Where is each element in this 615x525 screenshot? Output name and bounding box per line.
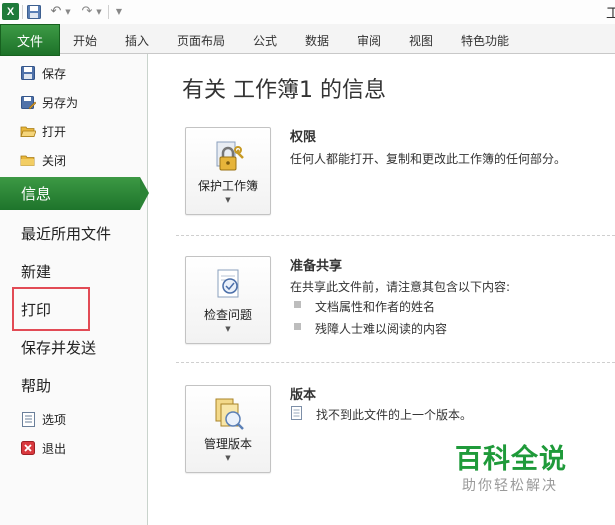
inspect-document-icon [211, 267, 247, 303]
watermark-subtitle: 助你轻松解决 [462, 478, 558, 494]
lock-icon [211, 138, 247, 174]
tab-data[interactable]: 数据 [305, 32, 329, 49]
window-title: 工 [606, 6, 615, 22]
prepare-sharing-heading: 准备共享 [290, 259, 343, 274]
quick-access-toolbar: X ↶ ▼ ↷ ▼ ▼ 工 [0, 0, 615, 24]
versions-description: 找不到此文件的上一个版本。 [316, 408, 473, 422]
protect-workbook-button[interactable]: 保护工作簿 ▼ [185, 127, 271, 215]
watermark-title: 百科全说 [455, 444, 567, 475]
nav-close[interactable]: 关闭 [20, 150, 66, 170]
nav-save-as[interactable]: 另存为 [20, 92, 78, 112]
save-icon [20, 65, 36, 81]
dropdown-chevron-icon: ▼ [225, 196, 231, 204]
prepare-item-accessibility: 残障人士难以阅读的内容 [315, 322, 448, 336]
tab-insert[interactable]: 插入 [125, 32, 149, 49]
undo-icon[interactable]: ↶ [49, 3, 63, 20]
nav-open-label: 打开 [42, 124, 67, 139]
excel-app-icon[interactable]: X [2, 3, 19, 20]
undo-dropdown-chevron-icon[interactable]: ▼ [64, 3, 72, 20]
open-folder-icon [20, 123, 36, 139]
tab-home[interactable]: 开始 [73, 32, 97, 49]
options-icon [20, 411, 36, 427]
nav-recent[interactable]: 最近所用文件 [21, 223, 111, 244]
check-for-issues-button[interactable]: 检查问题 ▼ [185, 256, 271, 344]
tab-review[interactable]: 审阅 [357, 32, 381, 49]
versions-heading: 版本 [290, 388, 317, 403]
nav-save-as-label: 另存为 [42, 95, 79, 110]
toolbar-divider [22, 5, 23, 19]
dropdown-chevron-icon: ▼ [225, 454, 231, 462]
quick-save-icon[interactable] [26, 3, 42, 20]
nav-options[interactable]: 选项 [20, 409, 66, 429]
nav-help[interactable]: 帮助 [21, 375, 51, 396]
manage-versions-label: 管理版本 [203, 437, 252, 451]
nav-save-send[interactable]: 保存并发送 [21, 337, 96, 358]
exit-icon [20, 440, 36, 456]
tab-formulas[interactable]: 公式 [253, 32, 277, 49]
version-document-icon [291, 405, 303, 424]
nav-exit-label: 退出 [42, 441, 67, 456]
close-folder-icon [20, 152, 36, 168]
bullet-marker [294, 323, 301, 330]
save-as-icon [20, 94, 36, 110]
nav-info-label: 信息 [21, 185, 52, 203]
nav-info-selected-arrow [140, 177, 149, 210]
print-highlight-box [12, 287, 90, 331]
section-divider [176, 362, 615, 363]
manage-versions-button[interactable]: 管理版本 ▼ [185, 385, 271, 473]
tab-special-features[interactable]: 特色功能 [461, 32, 509, 49]
permissions-description: 任何人都能打开、复制和更改此工作簿的任何部分。 [290, 152, 567, 166]
nav-open[interactable]: 打开 [20, 121, 66, 141]
prepare-sharing-description: 在共享此文件前，请注意其包含以下内容: [290, 280, 511, 294]
nav-new[interactable]: 新建 [21, 261, 51, 282]
nav-info[interactable]: 信息 [0, 177, 140, 210]
redo-icon[interactable]: ↷ [80, 3, 94, 20]
excel-app-icon-letter: X [6, 5, 15, 18]
prepare-item-properties: 文档属性和作者的姓名 [315, 300, 436, 314]
nav-exit[interactable]: 退出 [20, 438, 66, 458]
bullet-marker [294, 301, 301, 308]
toolbar-divider [108, 5, 109, 19]
page-title: 有关 工作簿1 的信息 [182, 78, 386, 103]
redo-dropdown-chevron-icon[interactable]: ▼ [95, 3, 103, 20]
tab-file[interactable]: 文件 [0, 24, 60, 56]
tab-file-label: 文件 [16, 34, 43, 50]
tab-view[interactable]: 视图 [409, 32, 433, 49]
dropdown-chevron-icon: ▼ [225, 325, 231, 333]
permissions-heading: 权限 [290, 130, 317, 145]
section-divider [176, 235, 615, 236]
tab-page-layout[interactable]: 页面布局 [177, 32, 225, 49]
versions-icon [211, 396, 247, 432]
customize-toolbar-chevron-icon[interactable]: ▼ [113, 3, 125, 20]
nav-close-label: 关闭 [42, 153, 67, 168]
nav-options-label: 选项 [42, 412, 67, 427]
check-for-issues-label: 检查问题 [203, 308, 252, 322]
nav-save-label: 保存 [42, 66, 67, 81]
nav-save[interactable]: 保存 [20, 63, 66, 83]
protect-workbook-label: 保护工作簿 [197, 179, 258, 193]
